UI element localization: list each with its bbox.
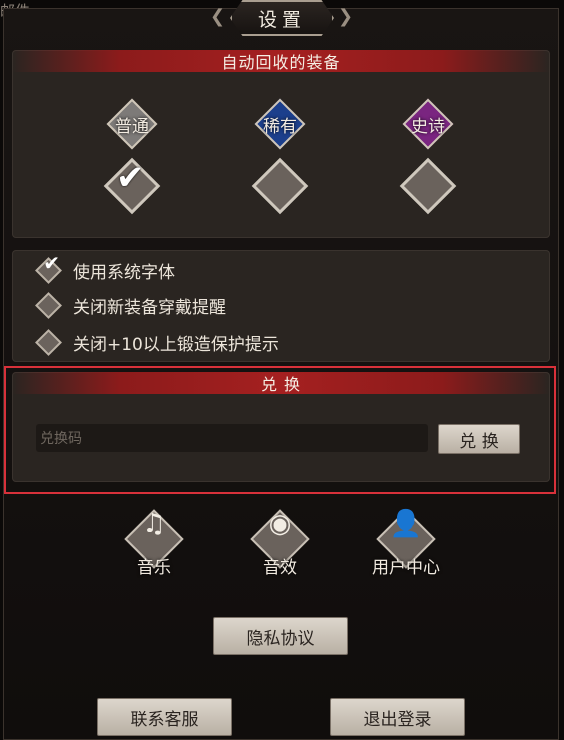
option-forge-protect-label: 关闭+10以上锻造保护提示 xyxy=(73,334,279,355)
sound-effect-label: 音效 xyxy=(263,558,297,578)
music-icon: ♫ xyxy=(142,509,166,539)
redeem-highlight-box xyxy=(4,366,556,494)
option-system-font-checkbox[interactable]: ✔ xyxy=(35,250,62,284)
dialog-title: 设置 xyxy=(230,0,334,36)
option-system-font[interactable]: ✔ 使用系统字体 xyxy=(35,250,175,284)
music-label: 音乐 xyxy=(137,558,171,578)
option-forge-protect[interactable]: 关闭+10以上锻造保护提示 xyxy=(35,328,279,356)
sound-effect-icon: ◉ xyxy=(268,509,292,539)
option-equip-reminder-checkbox[interactable] xyxy=(35,291,62,319)
title-ornament-left: ❮ xyxy=(210,6,226,27)
logout-button[interactable]: 退出登录 xyxy=(330,698,465,736)
grade-epic-checkbox[interactable] xyxy=(399,157,457,215)
option-equip-reminder-label: 关闭新装备穿戴提醒 xyxy=(73,297,226,318)
grade-rare-checkbox[interactable] xyxy=(251,157,309,215)
auto-recycle-header: 自动回收的装备 xyxy=(12,50,550,72)
option-equip-reminder[interactable]: 关闭新装备穿戴提醒 xyxy=(35,291,226,319)
option-forge-protect-checkbox[interactable] xyxy=(35,328,62,356)
privacy-policy-button[interactable]: 隐私协议 xyxy=(213,617,348,655)
grade-rare-label: 稀有 xyxy=(263,117,297,137)
user-center-label: 用户中心 xyxy=(372,558,440,578)
check-icon: ✔ xyxy=(116,158,145,198)
grade-epic-label: 史诗 xyxy=(411,117,445,137)
check-icon: ✔ xyxy=(43,250,60,275)
option-system-font-label: 使用系统字体 xyxy=(73,262,175,283)
contact-support-button[interactable]: 联系客服 xyxy=(97,698,232,736)
grade-common-label: 普通 xyxy=(115,117,149,137)
user-center-icon: 👤 xyxy=(389,509,423,539)
title-ornament-right: ❯ xyxy=(338,6,354,27)
auto-recycle-panel: 自动回收的装备 普通 稀有 史诗 ✔ xyxy=(12,50,550,238)
